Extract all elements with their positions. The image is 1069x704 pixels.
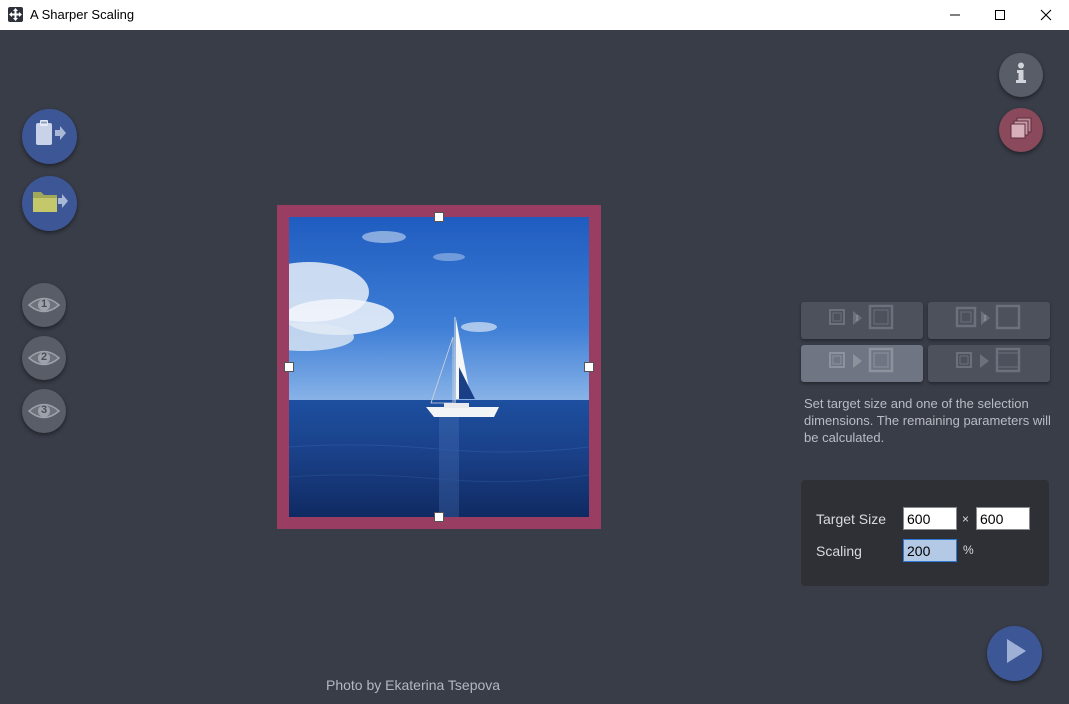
eye-icon: 3: [27, 401, 61, 421]
scale-mode-icon: [954, 346, 1024, 381]
mode-button-2[interactable]: [928, 302, 1050, 339]
resize-handle-left[interactable]: [284, 362, 294, 372]
preview-1-button[interactable]: 1: [22, 283, 66, 327]
stack-icon: [1009, 116, 1033, 145]
scale-mode-icon: [954, 303, 1024, 338]
mode-button-1[interactable]: [801, 302, 923, 339]
scaling-input[interactable]: [903, 539, 957, 562]
preview-3-label: 3: [40, 404, 48, 416]
selection-frame[interactable]: [277, 205, 601, 529]
title-bar: A Sharper Scaling: [0, 0, 1069, 30]
resize-handle-bottom[interactable]: [434, 512, 444, 522]
window-title: A Sharper Scaling: [30, 7, 135, 22]
scale-mode-icon: [827, 346, 897, 381]
target-size-label: Target Size: [816, 511, 887, 527]
info-button[interactable]: [999, 53, 1043, 97]
batch-button[interactable]: [999, 108, 1043, 152]
clipboard-icon: [32, 119, 68, 154]
times-sign: ×: [962, 512, 970, 526]
preview-1-label: 1: [40, 298, 48, 310]
photo-sailboat: [289, 217, 589, 517]
preview-3-button[interactable]: 3: [22, 389, 66, 433]
parameters-panel: Target Size × Scaling %: [801, 480, 1049, 586]
preview-2-label: 2: [40, 351, 48, 363]
open-folder-button[interactable]: [22, 176, 77, 231]
target-height-input[interactable]: [976, 507, 1030, 530]
close-button[interactable]: [1023, 0, 1069, 30]
maximize-button[interactable]: [977, 0, 1023, 30]
paste-from-clipboard-button[interactable]: [22, 109, 77, 164]
scaling-label: Scaling: [816, 543, 862, 559]
target-width-input[interactable]: [903, 507, 957, 530]
resize-handle-top[interactable]: [434, 212, 444, 222]
run-button[interactable]: [987, 626, 1042, 681]
photo-credit: Photo by Ekaterina Tsepova: [326, 677, 501, 693]
info-icon: [1014, 62, 1028, 89]
folder-icon: [31, 187, 69, 220]
eye-icon: 2: [27, 348, 61, 368]
mode-button-3[interactable]: [801, 345, 923, 382]
play-icon: [1002, 636, 1028, 671]
mode-button-4[interactable]: [928, 345, 1050, 382]
minimize-button[interactable]: [932, 0, 978, 30]
percent-sign: %: [963, 543, 974, 557]
app-icon: [8, 7, 23, 22]
eye-icon: 1: [27, 295, 61, 315]
scale-mode-icon: [827, 303, 897, 338]
help-text: Set target size and one of the selection…: [804, 396, 1051, 445]
resize-handle-right[interactable]: [584, 362, 594, 372]
preview-2-button[interactable]: 2: [22, 336, 66, 380]
